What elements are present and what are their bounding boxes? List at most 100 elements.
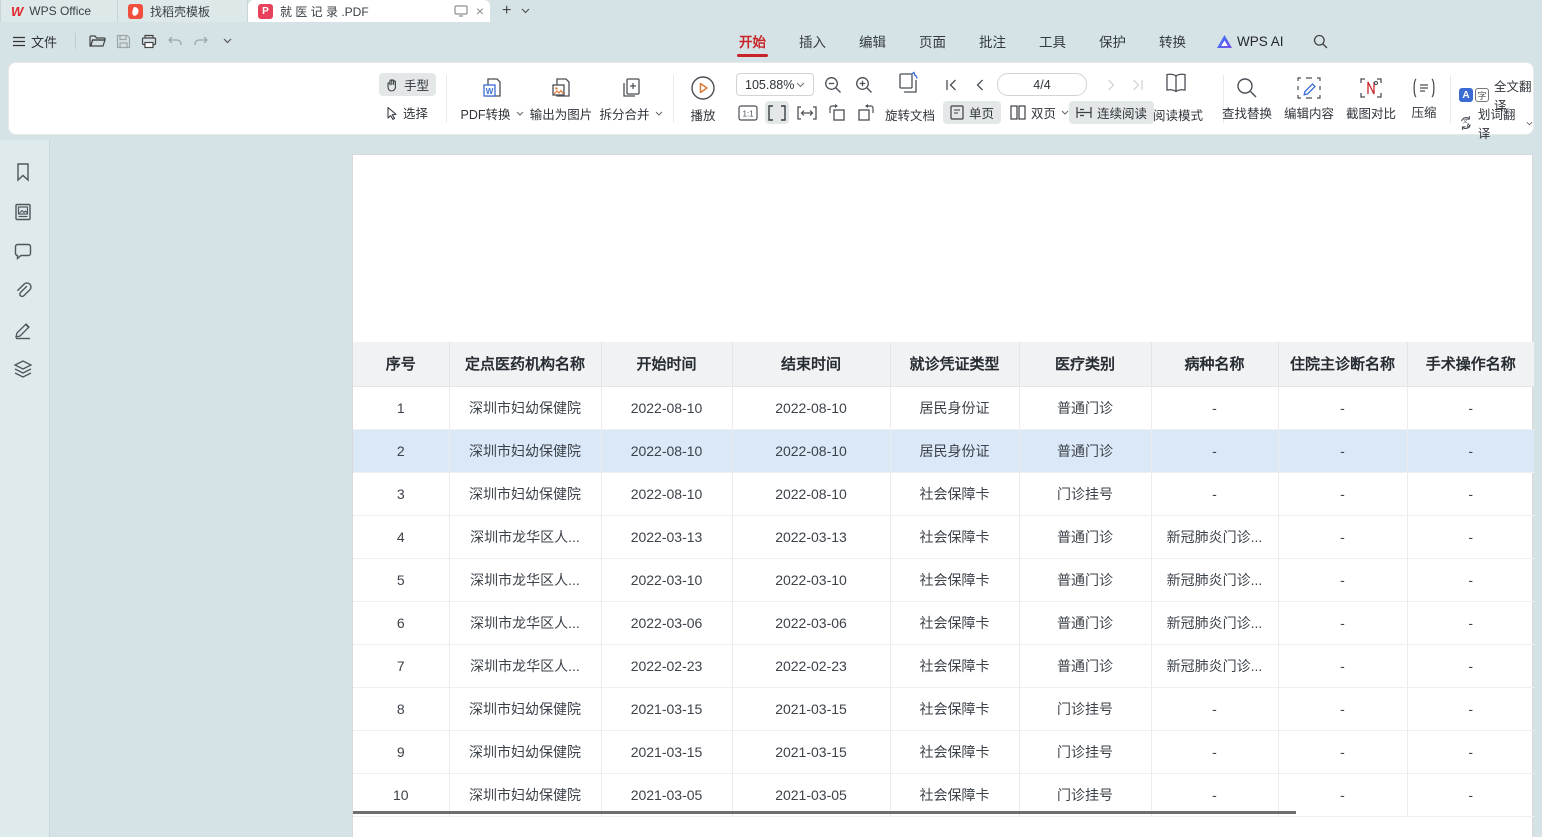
- table-row[interactable]: 10深圳市妇幼保健院2021-03-052021-03-05社会保障卡门诊挂号-…: [353, 773, 1534, 816]
- table-cell: 门诊挂号: [1019, 773, 1151, 816]
- table-row[interactable]: 4深圳市龙华区人...2022-03-132022-03-13社会保障卡普通门诊…: [353, 515, 1534, 558]
- rotate-right-button[interactable]: [854, 101, 878, 124]
- table-cell: -: [1278, 730, 1407, 773]
- rotate-left-icon: [828, 104, 846, 121]
- table-cell: 2022-08-10: [601, 429, 732, 472]
- actual-size-button[interactable]: 1:1: [736, 101, 760, 124]
- table-cell: 深圳市妇幼保健院: [449, 730, 601, 773]
- chevron-down-icon: [655, 111, 663, 116]
- menu-annotate[interactable]: 批注: [977, 22, 1008, 60]
- split-merge-button[interactable]: 拆分合并: [596, 70, 666, 128]
- table-cell: 2021-03-15: [732, 730, 890, 773]
- navigation-sidebar: [0, 140, 50, 837]
- close-tab-icon[interactable]: ×: [476, 4, 484, 18]
- redo-icon[interactable]: [188, 29, 214, 53]
- continuous-reading-button[interactable]: 连续阅读: [1069, 101, 1154, 124]
- medical-records-table: 序号定点医药机构名称开始时间结束时间就诊凭证类型医疗类别病种名称住院主诊断名称手…: [353, 342, 1534, 817]
- next-page-button[interactable]: [1099, 73, 1123, 96]
- tab-list-chevron-icon[interactable]: [521, 8, 530, 14]
- export-as-image-button[interactable]: 输出为图片: [526, 70, 596, 128]
- attachment-icon[interactable]: [13, 281, 33, 301]
- word-translate-button[interactable]: 文A 划词翻译: [1459, 104, 1533, 142]
- zoom-level-select[interactable]: 105.88%: [736, 73, 814, 96]
- signature-icon[interactable]: [13, 320, 33, 340]
- edit-content-button[interactable]: 编辑内容: [1276, 70, 1342, 128]
- zoom-in-button[interactable]: [852, 73, 876, 96]
- monitor-icon[interactable]: [454, 5, 468, 17]
- compress-button[interactable]: 压缩: [1400, 70, 1448, 128]
- layers-icon[interactable]: [13, 359, 33, 379]
- single-page-button[interactable]: 单页: [943, 101, 1001, 124]
- table-cell: 门诊挂号: [1019, 687, 1151, 730]
- read-mode-icon-button[interactable]: [1161, 71, 1191, 94]
- menu-page[interactable]: 页面: [917, 22, 948, 60]
- menu-tools[interactable]: 工具: [1037, 22, 1068, 60]
- first-page-button[interactable]: [939, 73, 963, 96]
- read-mode-button[interactable]: 阅读模式: [1153, 105, 1203, 124]
- find-replace-button[interactable]: 查找替换: [1214, 70, 1280, 128]
- wps-ai-logo-icon: [1217, 35, 1232, 48]
- table-row[interactable]: 7深圳市龙华区人...2022-02-232022-02-23社会保障卡普通门诊…: [353, 644, 1534, 687]
- play-slideshow-button[interactable]: 播放: [679, 70, 727, 128]
- table-cell: -: [1278, 515, 1407, 558]
- column-header: 医疗类别: [1019, 342, 1151, 386]
- tab-label: WPS Office: [29, 4, 91, 18]
- wps-ai-button[interactable]: WPS AI: [1217, 34, 1284, 49]
- quickbar-customize-chevron-icon[interactable]: [214, 29, 240, 53]
- double-page-button[interactable]: 双页: [1003, 101, 1076, 124]
- table-cell: 7: [353, 644, 449, 687]
- file-menu-button[interactable]: 文件: [12, 32, 57, 51]
- new-tab-icon[interactable]: +: [502, 3, 511, 19]
- rotate-document-button[interactable]: 旋转文档: [885, 105, 935, 124]
- table-cell: 普通门诊: [1019, 558, 1151, 601]
- menu-protect[interactable]: 保护: [1097, 22, 1128, 60]
- menu-search-icon[interactable]: [1313, 34, 1328, 49]
- bookmark-icon[interactable]: [13, 162, 33, 182]
- table-cell: 普通门诊: [1019, 429, 1151, 472]
- table-cell: -: [1278, 472, 1407, 515]
- table-row[interactable]: 2深圳市妇幼保健院2022-08-102022-08-10居民身份证普通门诊--…: [353, 429, 1534, 472]
- play-icon: [690, 75, 716, 101]
- tab-docer-templates[interactable]: 找稻壳模板: [118, 0, 248, 22]
- select-tool-button[interactable]: 选择: [379, 101, 435, 124]
- table-row[interactable]: 5深圳市龙华区人...2022-03-102022-03-10社会保障卡普通门诊…: [353, 558, 1534, 601]
- previous-page-button[interactable]: [967, 73, 991, 96]
- open-file-icon[interactable]: [84, 29, 110, 53]
- table-row[interactable]: 9深圳市妇幼保健院2021-03-152021-03-15社会保障卡门诊挂号--…: [353, 730, 1534, 773]
- menu-edit[interactable]: 编辑: [857, 22, 888, 60]
- rotate-left-button[interactable]: [825, 101, 849, 124]
- pdf-convert-button[interactable]: W PDF转换: [456, 70, 528, 128]
- last-page-button[interactable]: [1125, 73, 1149, 96]
- tab-pdf-document[interactable]: P 就 医 记 录 .PDF ×: [248, 0, 490, 22]
- menu-insert[interactable]: 插入: [797, 22, 828, 60]
- table-row[interactable]: 6深圳市龙华区人...2022-03-062022-03-06社会保障卡普通门诊…: [353, 601, 1534, 644]
- table-row[interactable]: 3深圳市妇幼保健院2022-08-102022-08-10社会保障卡门诊挂号--…: [353, 472, 1534, 515]
- table-cell: 5: [353, 558, 449, 601]
- table-cell: 2021-03-05: [601, 773, 732, 816]
- table-cell: 居民身份证: [890, 429, 1019, 472]
- comments-icon[interactable]: [13, 242, 33, 262]
- menu-convert[interactable]: 转换: [1157, 22, 1188, 60]
- table-cell: -: [1407, 515, 1534, 558]
- tab-wps-office[interactable]: W WPS Office: [0, 0, 118, 22]
- zoom-out-button[interactable]: [821, 73, 845, 96]
- table-row[interactable]: 1深圳市妇幼保健院2022-08-102022-08-10居民身份证普通门诊--…: [353, 386, 1534, 429]
- table-cell: 10: [353, 773, 449, 816]
- table-cell: 普通门诊: [1019, 644, 1151, 687]
- save-icon[interactable]: [110, 29, 136, 53]
- table-cell: -: [1151, 472, 1278, 515]
- page-number-input[interactable]: 4/4: [997, 73, 1087, 96]
- fit-width-button[interactable]: [765, 101, 789, 124]
- menu-home[interactable]: 开始: [737, 22, 768, 60]
- thumbnails-icon[interactable]: [13, 202, 33, 222]
- replace-pages-button[interactable]: [893, 71, 923, 94]
- table-row[interactable]: 8深圳市妇幼保健院2021-03-152021-03-15社会保障卡门诊挂号--…: [353, 687, 1534, 730]
- screenshot-compare-button[interactable]: 截图对比: [1338, 70, 1404, 128]
- print-icon[interactable]: [136, 29, 162, 53]
- table-cell: 新冠肺炎门诊...: [1151, 558, 1278, 601]
- fit-page-button[interactable]: [795, 101, 819, 124]
- undo-icon[interactable]: [162, 29, 188, 53]
- hand-tool-button[interactable]: 手型: [379, 73, 436, 96]
- horizontal-scrollbar-thumb[interactable]: [353, 811, 1296, 814]
- chevron-right-icon: [1107, 79, 1116, 91]
